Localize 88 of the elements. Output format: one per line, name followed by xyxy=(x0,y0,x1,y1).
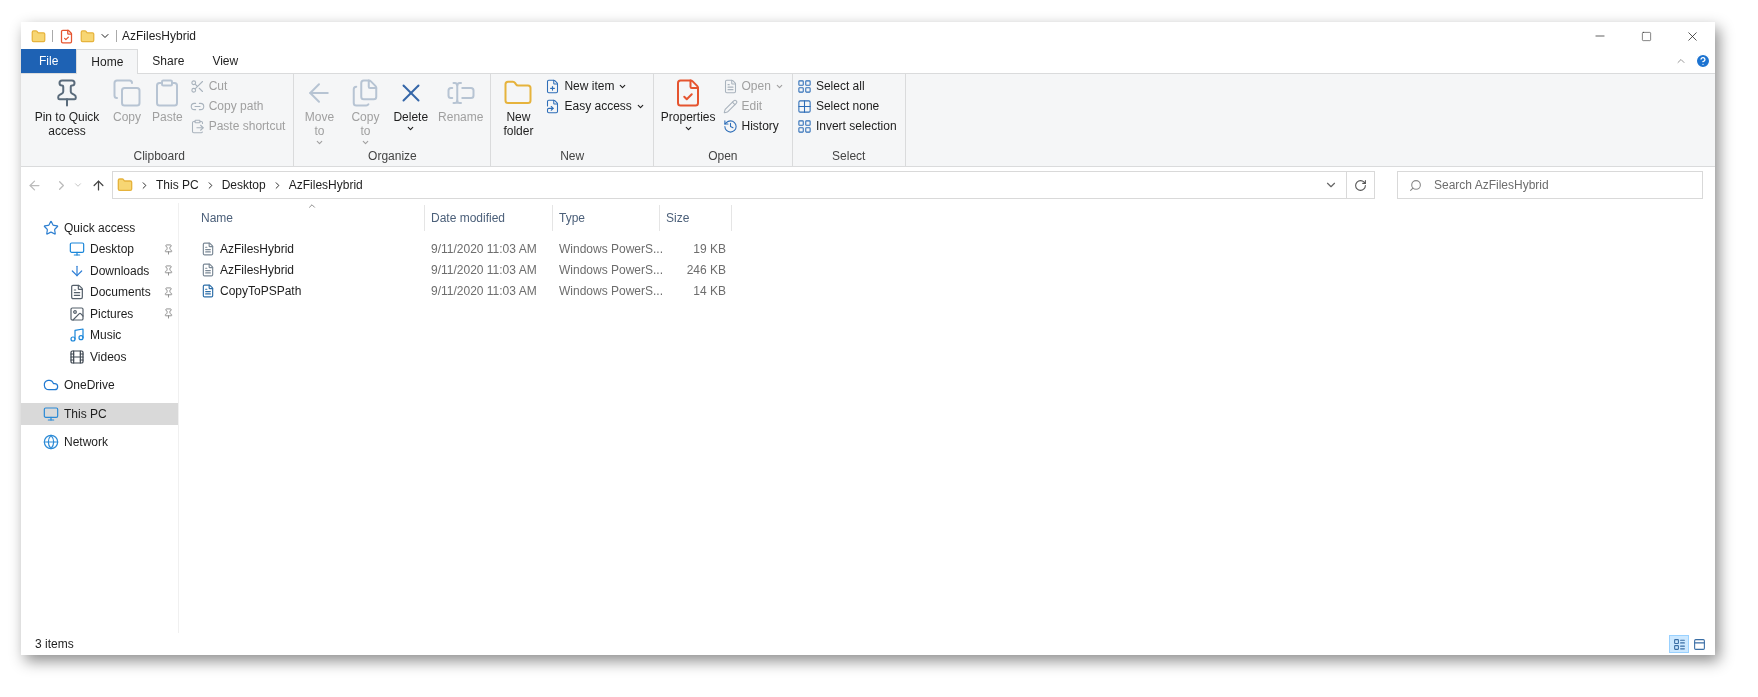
sidebar-item[interactable]: Quick access xyxy=(21,217,178,239)
table-cell-text: 9/11/2020 11:03 AM xyxy=(430,240,538,258)
star-icon xyxy=(43,219,59,236)
search-icon xyxy=(1409,179,1422,192)
text-file-icon xyxy=(201,262,215,277)
music-icon xyxy=(69,327,85,344)
back-icon[interactable] xyxy=(27,177,42,193)
breadcrumb[interactable]: Desktop xyxy=(221,176,266,194)
grid-icon xyxy=(796,98,812,114)
shortcut-icon xyxy=(545,98,561,114)
breadcrumb[interactable]: AzFilesHybrid xyxy=(288,176,363,194)
folder-icon xyxy=(31,28,46,44)
up-icon[interactable] xyxy=(91,177,106,193)
ribbon-button[interactable]: Easy access xyxy=(545,96,645,116)
help-icon[interactable] xyxy=(1695,53,1711,69)
ribbon-button[interactable]: New item xyxy=(545,76,645,96)
network-icon xyxy=(43,434,59,451)
ribbon-button[interactable]: Invert selection xyxy=(796,116,897,136)
group-label: Open xyxy=(707,148,739,165)
group-label: New xyxy=(559,148,586,165)
ribbon-tab[interactable]: View xyxy=(198,49,253,73)
history-icon xyxy=(722,118,738,134)
grid-icon xyxy=(796,78,812,94)
scissors-icon xyxy=(189,78,205,94)
ribbon-tab[interactable]: Home xyxy=(76,49,139,74)
group-label: Select xyxy=(831,148,867,165)
address-bar[interactable]: This PC Desktop AzFilesHybrid xyxy=(112,171,1375,199)
file-name[interactable]: CopyToPSPath xyxy=(195,281,425,300)
sidebar-item[interactable]: Desktop xyxy=(21,238,178,260)
panel-icon xyxy=(1692,637,1706,651)
window-title: AzFilesHybrid xyxy=(122,28,196,45)
pencil-icon xyxy=(722,98,738,114)
document-icon xyxy=(69,284,85,301)
table-cell-text: Windows PowerS... xyxy=(558,261,660,279)
table-cell-text: 14 KB xyxy=(692,282,727,300)
group-label: Organize xyxy=(367,148,418,165)
ribbon-button[interactable]: Select all xyxy=(796,76,897,96)
file-icon xyxy=(722,78,738,94)
table-cell-text: Windows PowerS... xyxy=(558,240,660,258)
script-file-icon xyxy=(201,283,215,298)
search-field[interactable]: Search AzFilesHybrid xyxy=(1397,171,1703,199)
sidebar-item[interactable]: Music xyxy=(21,324,178,346)
picture-icon xyxy=(69,305,85,322)
sidebar-item[interactable]: Network xyxy=(21,431,178,453)
ribbon-button[interactable]: Pin to Quick access xyxy=(29,74,105,138)
ribbon-button[interactable]: History xyxy=(722,116,784,136)
column-header[interactable]: Type xyxy=(553,205,660,231)
checklist-icon xyxy=(59,28,74,44)
text-file-icon xyxy=(201,241,215,256)
ribbon-button[interactable]: Properties xyxy=(657,74,719,133)
folder-icon xyxy=(80,28,95,44)
sidebar-item[interactable]: Videos xyxy=(21,346,178,368)
ribbon-tab[interactable]: File xyxy=(21,49,77,73)
monitor-icon xyxy=(69,241,85,258)
sidebar-item[interactable]: Documents xyxy=(21,281,178,303)
ribbon-button[interactable]: New folder xyxy=(495,74,542,138)
sidebar-item[interactable]: Downloads xyxy=(21,260,178,282)
breadcrumb[interactable]: This PC xyxy=(156,176,199,194)
maximize-icon xyxy=(1640,30,1652,42)
status-text: 3 items xyxy=(35,636,74,653)
new-file-icon xyxy=(545,78,561,94)
sort-icon xyxy=(307,201,317,211)
film-icon xyxy=(69,348,85,365)
sidebar-item[interactable]: OneDrive xyxy=(21,374,178,396)
group-label: Clipboard xyxy=(132,148,186,165)
table-cell-text: 9/11/2020 11:03 AM xyxy=(430,282,538,300)
table-cell-text: 246 KB xyxy=(685,261,727,279)
column-header[interactable]: Name xyxy=(195,205,425,231)
table-cell-text: 9/11/2020 11:03 AM xyxy=(430,261,538,279)
sidebar-item[interactable]: Pictures xyxy=(21,303,178,325)
table-cell-text: Windows PowerS... xyxy=(558,282,660,300)
paste-icon xyxy=(189,118,205,134)
column-header[interactable]: Size xyxy=(660,205,732,231)
folder-icon xyxy=(117,177,133,193)
file-name[interactable]: AzFilesHybrid xyxy=(195,260,425,279)
sidebar-item[interactable]: This PC xyxy=(21,403,178,425)
column-header[interactable]: Date modified xyxy=(425,205,553,231)
ribbon-button[interactable]: Delete xyxy=(390,74,432,133)
list-icon xyxy=(1672,637,1686,651)
copy-icon xyxy=(112,78,142,108)
ribbon-tab[interactable]: Share xyxy=(138,49,199,73)
view-button[interactable] xyxy=(1669,635,1689,653)
table-cell-text: 19 KB xyxy=(692,240,727,258)
refresh-icon[interactable] xyxy=(1354,178,1367,192)
grid-icon xyxy=(796,118,812,134)
file-name[interactable]: AzFilesHybrid xyxy=(195,239,425,258)
monitor-icon xyxy=(43,405,59,422)
ribbon-button[interactable]: Select none xyxy=(796,96,897,116)
